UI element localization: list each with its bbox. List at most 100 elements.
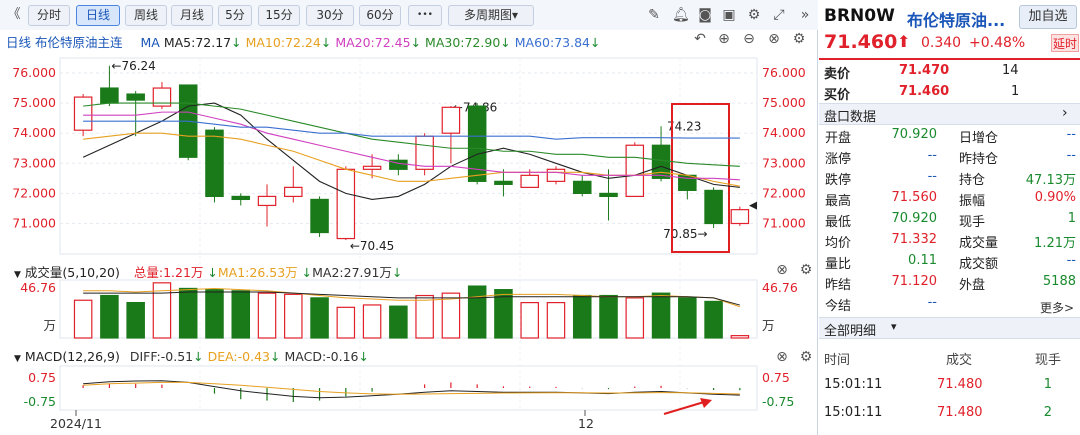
tick-price: 71.480 [937,405,983,420]
price-tick-left: 72.000 [12,185,56,200]
panel-frame [59,365,758,411]
price-change: 0.340 [921,35,962,51]
volume-bar [467,285,487,339]
candle-body [310,198,329,234]
macd-diff: DIFF:-0.51 [129,349,194,364]
volume-bar [205,289,224,339]
candle-body [520,174,539,188]
stat-label: 成交量 [959,236,999,251]
volume-bar [415,294,434,339]
price-tick-left: 73.000 [12,155,56,170]
volume-tick: 万 [762,318,775,333]
stat-label: 涨停 [825,152,852,167]
volume-bar [336,306,356,339]
arrow-up-icon: ⬆ [897,32,911,51]
stat-value: 47.13万 [1025,173,1076,188]
candle-body [546,168,566,182]
quote-panel: BRN0W 布伦特原油... 加自选 71.460 ⬆ 0.340 +0.48%… [819,0,1080,435]
stat-value: -- [927,295,937,310]
volume-bar [310,297,329,339]
stat-label: 开盘 [825,131,852,146]
add-watchlist-button[interactable]: 加自选 [1019,5,1077,29]
volume-bar [599,294,618,339]
settings-icon[interactable]: ⚙ [798,262,814,278]
stat-label: 今结 [825,299,852,314]
tick-time: 15:01:11 [824,405,883,420]
col-qty: 现手 [1035,353,1062,368]
volume-bar [389,305,408,339]
price-tick-right: 75.000 [762,95,806,110]
current-price-marker [749,201,757,210]
candle-body [100,87,119,104]
arrow-down-icon: ↓ [301,265,313,280]
stat-value: 1 [1067,211,1076,226]
arrow-down-icon: ↓ [358,349,369,364]
stat-label: 日增仓 [959,131,999,146]
settings-icon[interactable]: ⚙ [798,349,814,365]
stat-value: 71.332 [891,232,938,247]
ticks-header[interactable]: 全部明细 ▾ [819,317,1080,339]
bid-price: 71.460 [899,84,950,99]
macd-dea: DEA:-0.43 [207,349,270,364]
vol-ma2: MA2:27.91万 [312,265,392,280]
diff-line [83,380,740,399]
more-link[interactable]: 更多> [1040,299,1074,316]
stat-value: 0.11 [908,253,937,268]
macd-tick: -0.75 [762,394,794,409]
kline-chart[interactable]: 76.000 76.000 75.000 75.000 74.000 74.000 73.0… [0,0,818,435]
candle-body [126,93,145,101]
ask-label: 卖价 [824,67,851,82]
date-label: 2024/11 [50,416,102,431]
volume-total: 总量:1.21万 [133,265,204,280]
arrow-down-icon: ↓ [270,349,281,364]
price-tick-right: 74.000 [762,125,806,140]
arrow-down-icon: ↓ [193,349,204,364]
volume-bar [704,300,723,339]
candle-body [73,96,93,131]
chevron-right-icon[interactable]: › [1062,105,1068,121]
volume-bar [572,294,592,339]
col-price: 成交 [946,353,973,368]
stat-label: 量比 [825,257,852,272]
stat-value: 71.560 [891,190,938,205]
price-tick-right: 76.000 [762,65,806,80]
price-tick-right: 72.000 [762,185,806,200]
stat-value: 70.920 [891,127,938,142]
volume-bar [100,294,119,339]
stat-value: -- [1066,253,1076,268]
volume-bar [284,293,303,339]
candle-body [415,135,434,170]
stat-label: 振幅 [959,194,986,209]
macd-tick: 0.75 [28,370,56,385]
macd-label: MACD(12,26,9) [24,349,120,364]
volume-tick: 46.76 [20,280,56,295]
volume-bar [257,292,277,339]
close-icon[interactable]: ⊗ [774,262,790,278]
price-tick-right: 73.000 [762,155,806,170]
stat-label: 昨结 [825,278,852,293]
arrow-down-icon: ↓ [207,265,218,280]
candle-body [625,144,645,198]
bid-qty: 1 [1011,84,1020,99]
candle-body [205,129,224,198]
stat-value: -- [1066,127,1076,142]
volume-bar [178,287,198,339]
price-tick-left: 75.000 [12,95,56,110]
volume-tick: 46.76 [762,280,798,295]
close-icon[interactable]: ⊗ [774,349,790,365]
chevron-down-icon: ▾ [891,320,897,333]
highlight-arrow [663,401,705,415]
dea-line [83,381,740,395]
volume-tick: 万 [43,318,56,333]
candle-body [572,180,592,195]
volume-bar [730,335,750,339]
stat-label: 持仓 [959,173,986,188]
volume-bar [678,297,697,339]
annotation-low-right: 70.85→ [663,227,707,241]
volume-bar [362,304,382,339]
date-label: 12 [578,416,594,431]
price-tick-left: 71.000 [12,216,56,231]
candle-body [284,186,303,198]
volume-bar [73,299,93,339]
candle-body [494,180,513,185]
